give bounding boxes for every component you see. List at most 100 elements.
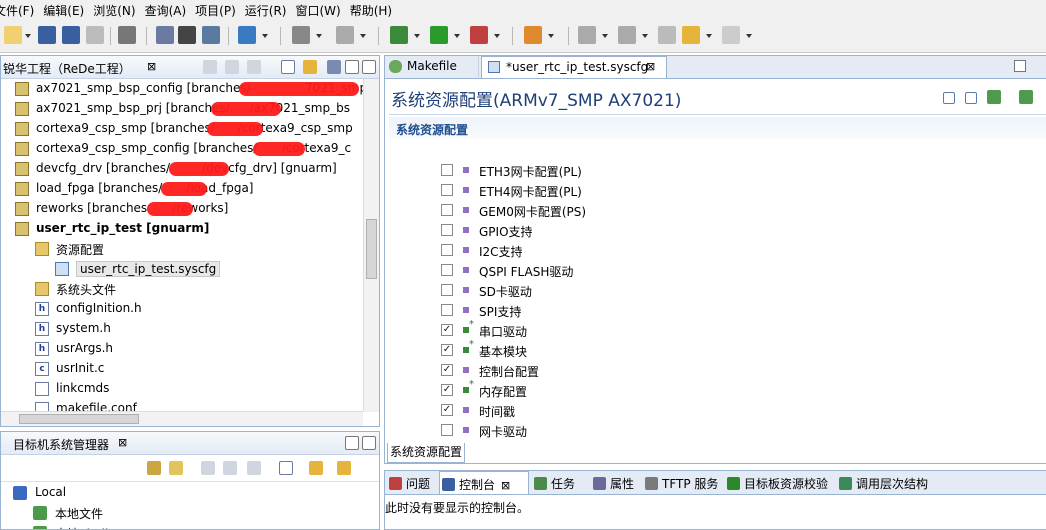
search-icon[interactable] [156, 26, 174, 44]
config-item-checkbox[interactable] [441, 284, 453, 296]
menu-item-6[interactable]: 窗口(W) [295, 2, 349, 19]
tab-console[interactable]: 控制台 ⊠ [439, 471, 529, 494]
prev-annotation-icon[interactable] [618, 26, 636, 44]
horizontal-scrollbar[interactable] [1, 411, 363, 426]
deploy-icon[interactable] [238, 26, 256, 44]
collapse-all-icon[interactable] [279, 461, 293, 475]
forward-arrow-icon[interactable] [223, 461, 237, 475]
refresh-icon[interactable] [169, 461, 183, 475]
tab-tasks[interactable]: 任务 [532, 471, 575, 493]
collapse-all-icon[interactable] [281, 60, 295, 74]
tree-item[interactable]: h configInition.h [1, 299, 363, 319]
tree-item[interactable]: ax7021_smp_bsp_config [branches/7021_smp [1, 79, 363, 99]
up-arrow-icon[interactable] [247, 60, 261, 74]
tree-item[interactable]: cortexa9_csp_smp [branches//cortexa9_csp… [1, 119, 363, 139]
config-item-checkbox[interactable] [441, 264, 453, 276]
dropdown-arrow-icon[interactable] [706, 34, 712, 38]
tab-problems[interactable]: 问题 [387, 471, 430, 493]
back-arrow-icon[interactable] [682, 26, 700, 44]
config-item-checkbox[interactable] [441, 204, 453, 216]
config-item-checkbox[interactable]: ✓ [441, 384, 453, 396]
config-item-checkbox[interactable] [441, 424, 453, 436]
dropdown-arrow-icon[interactable] [25, 34, 31, 38]
tree-item[interactable]: user_rtc_ip_test.syscfg [1, 259, 363, 279]
config-item-checkbox[interactable]: ✓ [441, 324, 453, 336]
tree-item[interactable]: load_fpga [branches//load_fpga] [1, 179, 363, 199]
editor-bottom-tab[interactable]: 系统资源配置 [387, 443, 466, 463]
menu-item-4[interactable]: 项目(P) [195, 2, 245, 19]
dropdown-arrow-icon[interactable] [494, 34, 500, 38]
dropdown-arrow-icon[interactable] [454, 34, 460, 38]
print-icon[interactable] [86, 26, 104, 44]
vertical-scrollbar[interactable] [363, 79, 379, 412]
close-icon[interactable]: ⊠ [118, 436, 127, 449]
tree-item[interactable]: 系统头文件 [1, 279, 363, 299]
config-item-checkbox[interactable]: ✓ [441, 364, 453, 376]
tree-item[interactable]: 资源配置 [1, 239, 363, 259]
save-icon[interactable] [38, 26, 56, 44]
menu-item-0[interactable]: 文件(F) [0, 2, 43, 19]
run-icon[interactable] [430, 26, 448, 44]
sync-icon[interactable] [337, 461, 351, 475]
forward-arrow-icon[interactable] [722, 26, 740, 44]
menu-item-1[interactable]: 编辑(E) [43, 2, 93, 19]
minimize-icon[interactable] [345, 60, 359, 74]
filter-icon[interactable] [309, 461, 323, 475]
dropdown-arrow-icon[interactable] [642, 34, 648, 38]
target-item[interactable]: Local [1, 483, 371, 503]
target-item[interactable]: 本地Shell [1, 523, 371, 529]
tree-item[interactable]: cortexa9_csp_smp_config [branches//corte… [1, 139, 363, 159]
dropdown-arrow-icon[interactable] [746, 34, 752, 38]
tree-item[interactable]: devcfg_drv [branches//devcfg_drv] [gnuar… [1, 159, 363, 179]
config-item-checkbox[interactable] [441, 244, 453, 256]
dropdown-arrow-icon[interactable] [262, 34, 268, 38]
minimize-icon[interactable] [345, 436, 359, 450]
back-arrow-icon[interactable] [203, 60, 217, 74]
tree-item[interactable]: h usrArgs.h [1, 339, 363, 359]
config-item-checkbox[interactable]: ✓ [441, 344, 453, 356]
maximize-icon[interactable] [362, 60, 376, 74]
connect-icon[interactable] [147, 461, 161, 475]
tab-properties[interactable]: 属性 [591, 471, 634, 493]
save-all-icon[interactable] [62, 26, 80, 44]
close-icon[interactable]: ⊠ [501, 479, 510, 492]
tree-item[interactable]: linkcmds [1, 379, 363, 399]
dropdown-arrow-icon[interactable] [316, 34, 322, 38]
dropdown-arrow-icon[interactable] [360, 34, 366, 38]
pen-icon[interactable] [524, 26, 542, 44]
run-config-icon[interactable] [470, 26, 488, 44]
tab-hierarchy[interactable]: 调用层次结构 [837, 471, 928, 493]
hammer-icon[interactable] [292, 26, 310, 44]
view-menu-icon[interactable] [327, 60, 341, 74]
binary-icon[interactable] [118, 26, 136, 44]
config-item-checkbox[interactable] [441, 304, 453, 316]
home-icon[interactable] [247, 461, 261, 475]
terminal-icon[interactable] [178, 26, 196, 44]
last-edit-icon[interactable] [658, 26, 676, 44]
menu-item-3[interactable]: 查询(A) [145, 2, 196, 19]
tree-item[interactable]: reworks [branches/reworks] [1, 199, 363, 219]
dropdown-arrow-icon[interactable] [548, 34, 554, 38]
target-icon[interactable] [202, 26, 220, 44]
link-editor-icon[interactable] [303, 60, 317, 74]
forward-arrow-icon[interactable] [225, 60, 239, 74]
config-item-checkbox[interactable]: ✓ [441, 404, 453, 416]
config-item-checkbox[interactable] [441, 224, 453, 236]
menu-item-2[interactable]: 浏览(N) [93, 2, 144, 19]
tree-item[interactable]: h system.h [1, 319, 363, 339]
dropdown-arrow-icon[interactable] [602, 34, 608, 38]
menu-item-5[interactable]: 运行(R) [245, 2, 296, 19]
back-arrow-icon[interactable] [201, 461, 215, 475]
next-annotation-icon[interactable] [578, 26, 596, 44]
dropdown-arrow-icon[interactable] [414, 34, 420, 38]
config-item-checkbox[interactable] [441, 164, 453, 176]
close-icon[interactable]: ⊠ [147, 60, 156, 73]
maximize-icon[interactable] [362, 436, 376, 450]
tree-item[interactable]: user_rtc_ip_test [gnuarm] [1, 219, 363, 239]
tab-tftp[interactable]: TFTP 服务 [643, 471, 718, 493]
config-item-checkbox[interactable] [441, 184, 453, 196]
target-item[interactable]: 本地文件 [1, 503, 371, 523]
menu-item-7[interactable]: 帮助(H) [350, 2, 401, 19]
tab-check[interactable]: 目标板资源校验 [725, 471, 828, 493]
debug-icon[interactable] [390, 26, 408, 44]
